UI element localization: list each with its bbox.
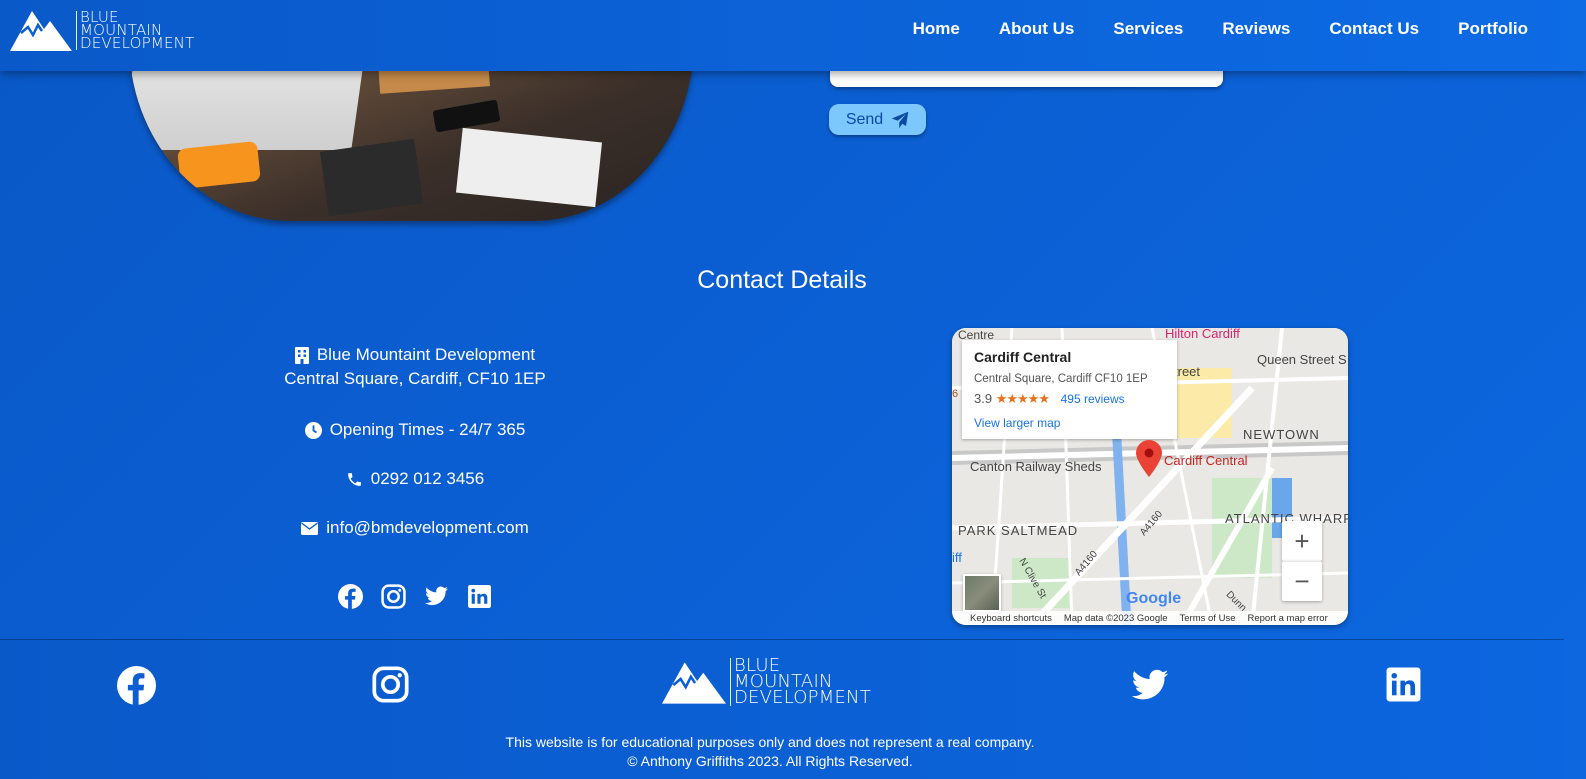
footer-brand-wordmark: BLUE MOUNTAIN DEVELOPMENT (730, 657, 871, 708)
keyboard-shortcuts-link[interactable]: Keyboard shortcuts (970, 613, 1052, 624)
twitter-icon[interactable] (424, 584, 449, 609)
embedded-map[interactable]: Centre Hilton Cardiff Queen Street S tre… (952, 328, 1348, 625)
map-label-newtown: NEWTOWN (1243, 427, 1320, 442)
nav-portfolio[interactable]: Portfolio (1458, 19, 1528, 39)
instagram-icon[interactable] (372, 666, 409, 703)
nav-contact-us[interactable]: Contact Us (1329, 19, 1419, 39)
contact-details-title: Contact Details (697, 266, 867, 294)
map-label-park-saltmead: PARK SALTMEAD (958, 523, 1079, 538)
google-logo: Google (1126, 590, 1181, 608)
map-label-queen-street: Queen Street S (1257, 352, 1347, 367)
company-address: Blue Mountaint Development Central Squar… (200, 343, 630, 391)
notepad-shape (455, 127, 603, 208)
opening-times: Opening Times - 24/7 365 (200, 420, 630, 440)
google-logo-text: Google (1126, 590, 1182, 607)
mountain-logo-icon (10, 11, 72, 51)
map-label-cardiff-central: Cardiff Central (1164, 453, 1248, 468)
facebook-icon[interactable] (338, 584, 363, 609)
legal-disclaimer: This website is for educational purposes… (505, 734, 1035, 750)
nav-services[interactable]: Services (1113, 19, 1183, 39)
company-name: Blue Mountaint Development (316, 345, 536, 364)
map-label-canton: Canton Railway Sheds (970, 459, 1102, 474)
map-attribution: Keyboard shortcuts Map data ©2023 Google… (952, 611, 1348, 625)
brand-line-3: DEVELOPMENT (80, 33, 195, 52)
building-icon (294, 346, 309, 364)
linkedin-icon[interactable] (1385, 666, 1422, 703)
map-label-diff: iff (952, 550, 962, 565)
email-address[interactable]: info@bmdevelopment.com (200, 518, 630, 538)
reviews-link[interactable]: 495 reviews (1061, 392, 1125, 406)
phone-icon (347, 472, 361, 486)
footer-brand-line-3: DEVELOPMENT (734, 687, 871, 708)
linkedin-icon[interactable] (467, 584, 492, 609)
map-data-text: Map data ©2023 Google (1063, 612, 1168, 624)
paper-plane-icon (891, 111, 909, 128)
calculator-shape (319, 138, 424, 217)
phone-number[interactable]: 0292 012 3456 (200, 469, 630, 489)
site-footer: BLUE MOUNTAIN DEVELOPMENT This website i… (0, 639, 1564, 779)
report-map-error-link[interactable]: Report a map error (1247, 613, 1327, 624)
nav-about-us[interactable]: About Us (999, 19, 1075, 39)
legal-notice: This website is for educational purposes… (0, 733, 1540, 771)
email-text: info@bmdevelopment.com (326, 518, 529, 537)
footer-brand-logo[interactable]: BLUE MOUNTAIN DEVELOPMENT (662, 657, 871, 708)
map-pin-icon (1136, 440, 1162, 477)
facebook-icon[interactable] (117, 666, 156, 705)
twitter-icon[interactable] (1130, 669, 1170, 704)
map-label-six: 6 (952, 388, 959, 400)
zoom-out-button[interactable]: − (1282, 561, 1322, 601)
place-rating: 3.9 (974, 391, 993, 406)
envelope-icon (301, 521, 319, 535)
view-larger-map-link[interactable]: View larger map (974, 416, 1165, 430)
instagram-icon[interactable] (381, 584, 406, 609)
copyright: © Anthony Griffiths 2023. All Rights Res… (627, 753, 913, 769)
place-address: Central Square, Cardiff CF10 1EP (974, 373, 1148, 385)
nav-home[interactable]: Home (913, 19, 960, 39)
terms-of-use-link[interactable]: Terms of Use (1180, 613, 1236, 624)
rating-stars: ★★★★★ (995, 391, 1050, 406)
place-name: Cardiff Central (974, 349, 1072, 365)
place-info-card: Cardiff Central Central Square, Cardiff … (962, 340, 1177, 439)
clock-icon (304, 421, 322, 439)
send-button[interactable]: Send (829, 104, 926, 135)
page-scrollbar[interactable] (1564, 0, 1586, 779)
brand-wordmark: BLUE MOUNTAIN DEVELOPMENT (76, 9, 195, 52)
phone-text: 0292 012 3456 (370, 469, 485, 488)
nav-reviews[interactable]: Reviews (1222, 19, 1290, 39)
opening-times-text: Opening Times - 24/7 365 (329, 420, 526, 439)
site-header: BLUE MOUNTAIN DEVELOPMENT Home About Us … (0, 0, 1586, 71)
zoom-in-button[interactable]: + (1282, 521, 1322, 561)
drive-shape (177, 140, 261, 190)
map-label-street: treet (1174, 364, 1201, 379)
brand-logo[interactable]: BLUE MOUNTAIN DEVELOPMENT (10, 9, 194, 51)
contact-details-list: Blue Mountaint Development Central Squar… (200, 343, 630, 538)
main-nav: Home About Us Services Reviews Contact U… (874, 19, 1528, 39)
send-label: Send (845, 110, 884, 128)
social-links (338, 584, 492, 609)
place-rating-row: 3.9 ★★★★★ 495 reviews (974, 391, 1165, 407)
mountain-logo-icon (662, 662, 726, 704)
company-street: Central Square, Cardiff, CF10 1EP (284, 369, 546, 388)
satellite-toggle[interactable] (963, 574, 1001, 612)
